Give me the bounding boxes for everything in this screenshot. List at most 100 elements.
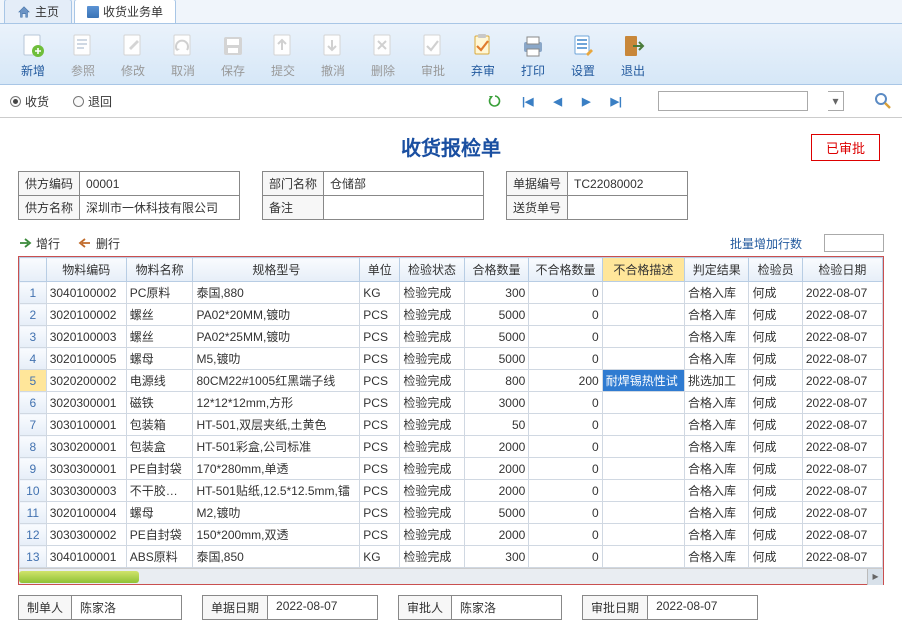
cell-spec[interactable]: M2,镀叻 <box>193 502 360 524</box>
cell-unit[interactable]: PCS <box>360 304 400 326</box>
cell-unit[interactable]: PCS <box>360 348 400 370</box>
maker-value[interactable]: 陈家洛 <box>72 595 182 620</box>
cell-insp-date[interactable]: 2022-08-07 <box>802 348 882 370</box>
cell-mat-name[interactable]: 包装箱 <box>126 414 193 436</box>
cell-mat-code[interactable]: 3020100004 <box>46 502 126 524</box>
cell-insp-status[interactable]: 检验完成 <box>400 326 465 348</box>
cell-mat-name[interactable]: 不干胶贴纸 <box>126 480 193 502</box>
col-ok-qty[interactable]: 合格数量 <box>464 258 529 282</box>
cell-mat-code[interactable]: 3020100002 <box>46 304 126 326</box>
cell-ng-qty[interactable]: 0 <box>529 414 602 436</box>
cell-mat-code[interactable]: 3020200002 <box>46 370 126 392</box>
cell-spec[interactable]: HT-501,双层夹纸,土黄色 <box>193 414 360 436</box>
cell-unit[interactable]: PCS <box>360 370 400 392</box>
table-row[interactable]: 93030300001PE自封袋170*280mm,单透PCS检验完成20000… <box>20 458 883 480</box>
cell-judge[interactable]: 合格入库 <box>684 524 749 546</box>
cell-spec[interactable]: PA02*25MM,镀叻 <box>193 326 360 348</box>
cell-ng-desc[interactable] <box>602 392 684 414</box>
table-row[interactable]: 33020100003螺丝PA02*25MM,镀叻PCS检验完成50000合格入… <box>20 326 883 348</box>
cell-insp-date[interactable]: 2022-08-07 <box>802 282 882 304</box>
cell-ok-qty[interactable]: 5000 <box>464 304 529 326</box>
cell-insp-status[interactable]: 检验完成 <box>400 436 465 458</box>
cell-mat-code[interactable]: 3030300001 <box>46 458 126 480</box>
cell-insp-date[interactable]: 2022-08-07 <box>802 370 882 392</box>
cell-ng-desc[interactable] <box>602 326 684 348</box>
cell-mat-code[interactable]: 3030200001 <box>46 436 126 458</box>
cell-ok-qty[interactable]: 300 <box>464 546 529 568</box>
cell-insp-status[interactable]: 检验完成 <box>400 480 465 502</box>
cell-ng-qty[interactable]: 0 <box>529 524 602 546</box>
cell-ng-desc[interactable]: 耐焊锡热性试 <box>602 370 684 392</box>
cell-spec[interactable]: M5,镀叻 <box>193 348 360 370</box>
cell-judge[interactable]: 合格入库 <box>684 282 749 304</box>
cell-ok-qty[interactable]: 2000 <box>464 436 529 458</box>
cell-ok-qty[interactable]: 2000 <box>464 480 529 502</box>
cell-ok-qty[interactable]: 5000 <box>464 326 529 348</box>
tab-home[interactable]: 主页 <box>4 0 72 23</box>
cell-ng-qty[interactable]: 0 <box>529 546 602 568</box>
tab-doc[interactable]: 收货业务单 <box>74 0 176 23</box>
table-row[interactable]: 23020100002螺丝PA02*20MM,镀叻PCS检验完成50000合格入… <box>20 304 883 326</box>
cell-ok-qty[interactable]: 50 <box>464 414 529 436</box>
scroll-right-button[interactable]: ▸ <box>867 569 883 585</box>
cell-ng-desc[interactable] <box>602 480 684 502</box>
cell-rownum[interactable]: 5 <box>20 370 47 392</box>
cell-ng-desc[interactable] <box>602 502 684 524</box>
table-row[interactable]: 83030200001包装盒HT-501彩盒,公司标准PCS检验完成20000合… <box>20 436 883 458</box>
col-rownum[interactable] <box>20 258 47 282</box>
cell-judge[interactable]: 合格入库 <box>684 436 749 458</box>
table-row[interactable]: 73030100001包装箱HT-501,双层夹纸,土黄色PCS检验完成500合… <box>20 414 883 436</box>
cell-insp-status[interactable]: 检验完成 <box>400 502 465 524</box>
cell-rownum[interactable]: 4 <box>20 348 47 370</box>
cell-insp-date[interactable]: 2022-08-07 <box>802 524 882 546</box>
cell-insp-status[interactable]: 检验完成 <box>400 414 465 436</box>
cell-insp-date[interactable]: 2022-08-07 <box>802 436 882 458</box>
cell-unit[interactable]: KG <box>360 546 400 568</box>
cell-mat-name[interactable]: 电源线 <box>126 370 193 392</box>
col-judge[interactable]: 判定结果 <box>684 258 749 282</box>
cell-insp-status[interactable]: 检验完成 <box>400 458 465 480</box>
col-ng-desc[interactable]: 不合格描述 <box>602 258 684 282</box>
cell-unit[interactable]: PCS <box>360 326 400 348</box>
cell-mat-name[interactable]: 磁铁 <box>126 392 193 414</box>
radio-return[interactable]: 退回 <box>73 93 112 110</box>
col-inspector[interactable]: 检验员 <box>749 258 802 282</box>
cell-unit[interactable]: PCS <box>360 524 400 546</box>
approver-value[interactable]: 陈家洛 <box>452 595 562 620</box>
cell-mat-name[interactable]: 包装盒 <box>126 436 193 458</box>
save-button[interactable]: 保存 <box>208 28 258 82</box>
cell-mat-name[interactable]: PE自封袋 <box>126 458 193 480</box>
cell-unit[interactable]: KG <box>360 282 400 304</box>
col-mat-name[interactable]: 物料名称 <box>126 258 193 282</box>
cell-insp-date[interactable]: 2022-08-07 <box>802 392 882 414</box>
cell-rownum[interactable]: 10 <box>20 480 47 502</box>
doc-no-value[interactable]: TC22080002 <box>568 172 688 196</box>
cell-inspector[interactable]: 何成 <box>749 502 802 524</box>
refresh-icon[interactable] <box>488 94 502 108</box>
cell-ok-qty[interactable]: 5000 <box>464 348 529 370</box>
cell-ok-qty[interactable]: 800 <box>464 370 529 392</box>
col-insp-status[interactable]: 检验状态 <box>400 258 465 282</box>
ref-button[interactable]: 参照 <box>58 28 108 82</box>
col-unit[interactable]: 单位 <box>360 258 400 282</box>
cell-mat-name[interactable]: 螺丝 <box>126 326 193 348</box>
horizontal-scrollbar[interactable]: ▸ <box>19 568 883 584</box>
cell-rownum[interactable]: 3 <box>20 326 47 348</box>
cell-judge[interactable]: 合格入库 <box>684 304 749 326</box>
cell-ng-desc[interactable] <box>602 348 684 370</box>
cell-rownum[interactable]: 6 <box>20 392 47 414</box>
cell-mat-code[interactable]: 3030300003 <box>46 480 126 502</box>
table-row[interactable]: 13040100002PC原料泰国,880KG检验完成3000合格入库何成202… <box>20 282 883 304</box>
table-row[interactable]: 113020100004螺母M2,镀叻PCS检验完成50000合格入库何成202… <box>20 502 883 524</box>
new-button[interactable]: 新增 <box>8 28 58 82</box>
table-row[interactable]: 103030300003不干胶贴纸HT-501贴纸,12.5*12.5mm,镭P… <box>20 480 883 502</box>
cell-inspector[interactable]: 何成 <box>749 326 802 348</box>
cell-unit[interactable]: PCS <box>360 458 400 480</box>
cell-ng-desc[interactable] <box>602 458 684 480</box>
cell-ng-qty[interactable]: 0 <box>529 480 602 502</box>
cell-insp-status[interactable]: 检验完成 <box>400 348 465 370</box>
cell-rownum[interactable]: 1 <box>20 282 47 304</box>
cell-ng-desc[interactable] <box>602 304 684 326</box>
cell-spec[interactable]: 80CM22#1005红黑端子线 <box>193 370 360 392</box>
col-ng-qty[interactable]: 不合格数量 <box>529 258 602 282</box>
